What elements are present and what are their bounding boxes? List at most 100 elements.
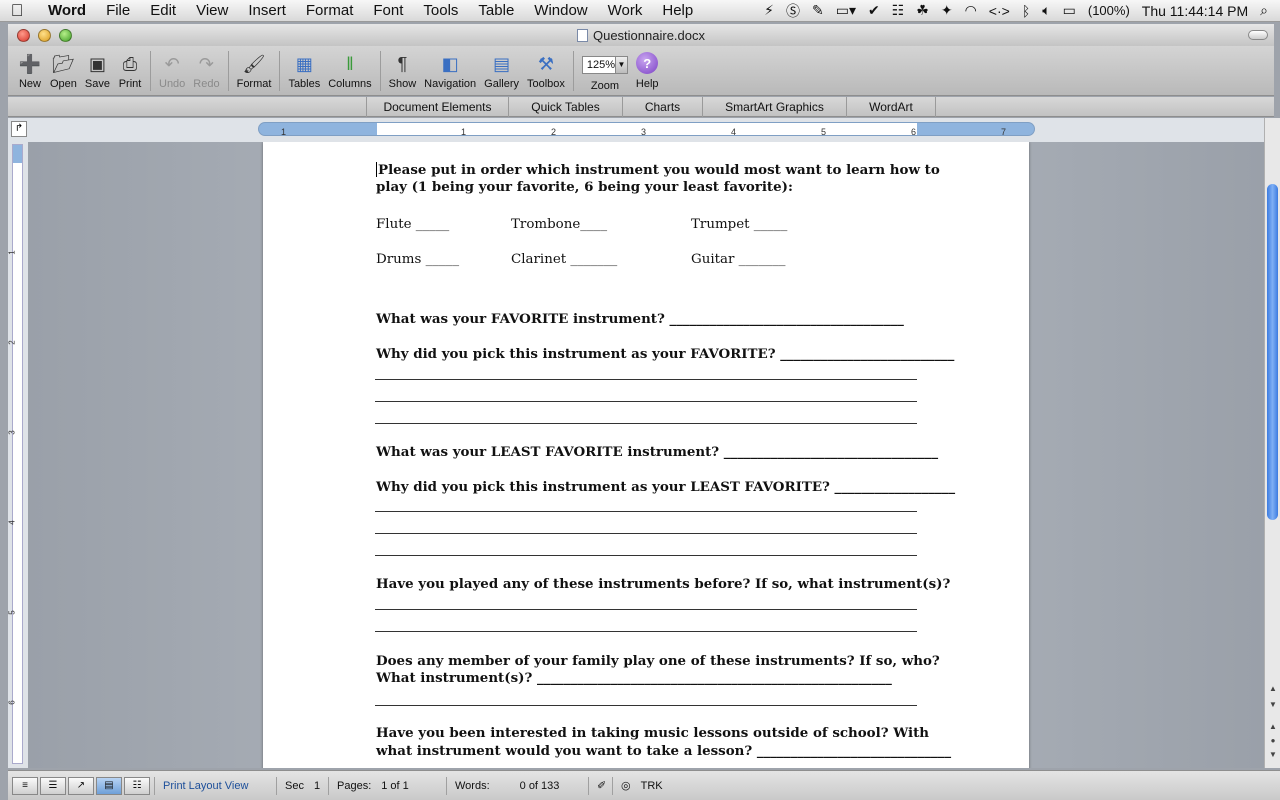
evernote-icon[interactable]: ☘ [916, 2, 929, 19]
instrument-trumpet: Trumpet _____ [691, 217, 788, 232]
show-button[interactable]: ¶ Show [385, 52, 421, 91]
tab-quick-tables[interactable]: Quick Tables [508, 97, 622, 117]
undo-button[interactable]: ↶ Undo [155, 52, 189, 91]
draft-view-icon[interactable]: ≡ [12, 776, 38, 795]
word-count[interactable]: Words: 0 of 133 [446, 776, 588, 795]
menu-edit[interactable]: Edit [140, 2, 186, 19]
print-button[interactable]: ⎙ Print [114, 52, 146, 91]
zoom-select[interactable]: 125% ▼ [581, 56, 628, 74]
apple-menu-icon[interactable]:  [0, 1, 34, 21]
tab-stop-selector-icon[interactable]: ↱ [11, 121, 27, 137]
printer-icon: ⎙ [122, 53, 138, 74]
outline-view-icon[interactable]: ☰ [40, 776, 66, 795]
app-menu[interactable]: Word [34, 2, 96, 19]
answer-line [375, 401, 917, 402]
menubar-clock[interactable]: Thu 11:44:14 PM [1142, 3, 1248, 19]
page-count[interactable]: Pages: 1 of 1 [328, 776, 446, 795]
print-layout-view-icon[interactable]: ▤ [96, 776, 122, 795]
zoom-dropdown-arrow-icon[interactable]: ▼ [615, 57, 627, 73]
menu-tools[interactable]: Tools [413, 2, 468, 19]
scroll-down-arrow-icon[interactable]: ▼ [1267, 700, 1279, 712]
question-family-member-cont: What instrument(s)? ____________________… [376, 670, 892, 686]
tables-button[interactable]: ▦ Tables [284, 52, 324, 91]
answer-line [375, 609, 917, 610]
volume-icon[interactable]: 🔈︎ [1042, 2, 1050, 19]
columns-button[interactable]: ‖ Columns [324, 52, 375, 91]
spotlight-search-icon[interactable]: ⌕ [1260, 2, 1268, 19]
gallery-icon: ▤ [493, 53, 511, 74]
toolbar-toggle-button[interactable] [1248, 30, 1268, 40]
script-menu-icon[interactable]: ⚡ [764, 2, 774, 19]
status-bar: ≡ ☰ ↗ ▤ ☷ Print Layout View Sec 1 Pages: 1… [8, 770, 1280, 800]
question-music-lessons-cont: what instrument would you want to take a… [376, 743, 952, 759]
tab-document-elements[interactable]: Document Elements [366, 97, 508, 117]
open-button[interactable]: 📂︎ Open [46, 52, 81, 91]
question-favorite: What was your FAVORITE instrument? _____… [376, 311, 904, 327]
ruler-mark: 1 [281, 127, 287, 136]
answer-line [375, 379, 917, 380]
window-titlebar: Questionnaire.docx [8, 24, 1274, 46]
ruler-text-area [377, 123, 917, 135]
instrument-trombone: Trombone____ [511, 217, 608, 232]
previous-page-icon[interactable]: ▲ [1267, 722, 1279, 734]
battery-icon[interactable]: ▭ [1063, 2, 1076, 19]
vertical-ruler[interactable]: 1 2 3 4 5 6 [8, 142, 28, 768]
question-music-lessons: Have you been interested in taking music… [376, 725, 930, 741]
help-button[interactable]: ? Help [632, 52, 663, 90]
battery-percent: (100%) [1087, 3, 1130, 18]
menu-file[interactable]: File [96, 2, 140, 19]
skype-icon[interactable]: Ⓢ [786, 1, 800, 21]
new-button[interactable]: ➕ New [14, 52, 46, 91]
vertical-ruler-strip [12, 144, 23, 764]
code-icon[interactable]: <·> [989, 3, 1010, 19]
instrument-flute: Flute _____ [376, 217, 450, 232]
menu-view[interactable]: View [186, 2, 238, 19]
navigation-pane-icon: ◧ [441, 53, 459, 74]
menu-format[interactable]: Format [296, 2, 364, 19]
redo-button[interactable]: ↷ Redo [189, 52, 223, 91]
toolbox-button[interactable]: ⚒ Toolbox [523, 52, 569, 91]
question-played-before: Have you played any of these instruments… [376, 576, 951, 592]
wifi-icon[interactable]: ◠ [965, 2, 977, 19]
scroll-up-arrow-icon[interactable]: ▲ [1267, 684, 1279, 696]
vruler-mark: 2 [7, 340, 17, 345]
format-button[interactable]: 🖌︎ Format [233, 52, 276, 91]
scrollbar-thumb[interactable] [1267, 184, 1278, 520]
menu-table[interactable]: Table [468, 2, 524, 19]
menu-help[interactable]: Help [652, 2, 703, 19]
tab-charts[interactable]: Charts [622, 97, 702, 117]
input-menu-icon[interactable]: ▭▾ [836, 2, 856, 19]
horizontal-ruler[interactable]: 1 1 2 3 4 5 6 7 [258, 122, 1035, 136]
ruler-mark: 4 [731, 127, 737, 136]
track-changes-indicator[interactable]: ◎ TRK [612, 776, 672, 795]
notebook-view-icon[interactable]: ☷ [124, 776, 150, 795]
tab-smartart-graphics[interactable]: SmartArt Graphics [702, 97, 846, 117]
ruler-mark: 6 [911, 127, 917, 136]
elements-gallery-tabs: Document Elements Quick Tables Charts Sm… [8, 97, 1274, 117]
save-button[interactable]: ▣ Save [81, 52, 114, 91]
tab-wordart[interactable]: WordArt [846, 97, 936, 117]
document-page[interactable]: Please put in order which instrument you… [263, 142, 1029, 768]
vruler-mark: 4 [7, 520, 17, 525]
check-icon[interactable]: ✔ [868, 2, 880, 19]
menu-bar:  Word File Edit View Insert Format Font… [0, 0, 1280, 22]
open-folder-icon: 📂︎ [52, 53, 75, 74]
navigation-button[interactable]: ◧ Navigation [420, 52, 480, 91]
menu-font[interactable]: Font [363, 2, 413, 19]
edit-icon[interactable]: ✎ [812, 2, 824, 19]
bluetooth-icon[interactable]: ᛒ [1022, 3, 1030, 19]
vertical-ruler-margin [13, 145, 22, 163]
spelling-grammar-icon[interactable]: ✐ [588, 776, 612, 795]
next-page-icon[interactable]: ▼ [1267, 750, 1279, 762]
publishing-view-icon[interactable]: ↗ [68, 776, 94, 795]
vertical-scrollbar[interactable]: ▲ ▼ ▲ ● ▼ [1264, 118, 1280, 768]
browse-object-icon[interactable]: ● [1267, 736, 1279, 748]
question-why-favorite: Why did you pick this instrument as your… [376, 346, 955, 362]
menu-work[interactable]: Work [598, 2, 653, 19]
menu-window[interactable]: Window [524, 2, 597, 19]
bluetooth-alt-icon[interactable]: ✦ [941, 2, 953, 19]
menu-insert[interactable]: Insert [238, 2, 296, 19]
calendar-icon[interactable]: ☷ [892, 2, 905, 19]
gallery-button[interactable]: ▤ Gallery [480, 52, 523, 91]
format-paintbrush-icon: 🖌︎ [242, 53, 266, 74]
